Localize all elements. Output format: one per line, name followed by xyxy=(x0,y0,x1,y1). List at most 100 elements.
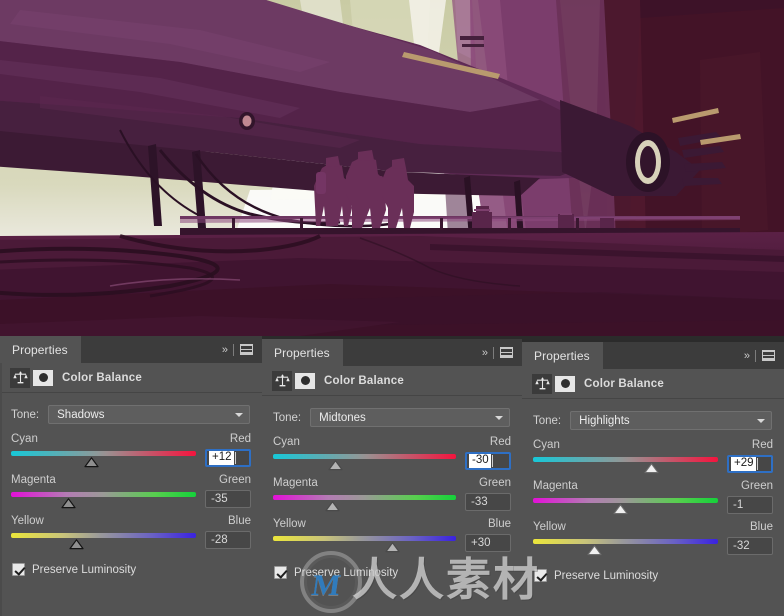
properties-panel-highlights: Properties » Color Balance Tone: Highlig… xyxy=(522,342,784,616)
slider-track xyxy=(11,451,196,456)
tone-select[interactable]: Shadows xyxy=(48,405,250,424)
text-caret xyxy=(234,452,236,464)
tone-label: Tone: xyxy=(533,414,562,427)
tone-select[interactable]: Midtones xyxy=(310,408,510,427)
preserve-luminosity-label: Preserve Luminosity xyxy=(554,569,659,582)
slider-value-input[interactable]: -30 xyxy=(465,452,511,470)
slider-group: Cyan Red +29 Magenta Green -1 Yellow Blu… xyxy=(522,430,784,556)
slider-magenta-green: Magenta Green -1 xyxy=(533,480,773,515)
preserve-luminosity-checkbox[interactable] xyxy=(12,563,25,576)
preserve-luminosity-row[interactable]: Preserve Luminosity xyxy=(522,562,784,582)
panel-menu-icon[interactable] xyxy=(762,350,775,361)
slider-thumb[interactable] xyxy=(83,457,99,468)
panel-menu-icon[interactable] xyxy=(240,344,253,355)
slider-track-wrap[interactable] xyxy=(11,489,196,509)
slider-track-wrap[interactable] xyxy=(533,536,718,556)
slider-value-input[interactable]: -32 xyxy=(727,537,773,555)
tab-properties[interactable]: Properties xyxy=(262,339,343,366)
slider-value-input[interactable]: +12 xyxy=(205,449,251,467)
slider-thumb[interactable] xyxy=(613,504,628,515)
slider-labels: Yellow Blue xyxy=(533,521,773,533)
slider-value-input[interactable]: -35 xyxy=(205,490,251,508)
preserve-luminosity-row[interactable]: Preserve Luminosity xyxy=(262,559,522,579)
slider-left-label: Yellow xyxy=(533,521,566,533)
chevron-double-right-icon[interactable]: » xyxy=(744,350,750,362)
chevron-down-icon xyxy=(757,418,765,423)
tone-value: Midtones xyxy=(319,411,366,424)
tone-select[interactable]: Highlights xyxy=(570,411,772,430)
slider-track xyxy=(533,539,718,544)
slider-thumb[interactable] xyxy=(587,545,602,556)
slider-thumb[interactable] xyxy=(644,463,659,474)
panel-tools: » xyxy=(744,342,784,369)
chevron-down-icon xyxy=(495,415,503,420)
chevron-double-right-icon[interactable]: » xyxy=(482,347,488,359)
panel-menu-icon[interactable] xyxy=(500,347,513,358)
slider-track xyxy=(273,495,456,500)
scales-glyph xyxy=(534,377,550,390)
artwork-canvas xyxy=(0,0,784,336)
slider-thumb[interactable] xyxy=(61,498,76,509)
slider-thumb[interactable] xyxy=(385,542,400,553)
color-balance-icon[interactable] xyxy=(272,370,292,391)
slider-value-input[interactable]: -28 xyxy=(205,531,251,549)
slider-value-input[interactable]: -1 xyxy=(727,496,773,514)
tool-divider xyxy=(493,346,494,359)
slider-track-wrap[interactable] xyxy=(273,451,456,471)
tabstrip-spacer xyxy=(343,339,482,366)
adjustment-header: Color Balance xyxy=(522,369,784,399)
slider-labels: Magenta Green xyxy=(273,477,511,489)
layer-mask-icon[interactable] xyxy=(295,372,315,389)
color-balance-icon[interactable] xyxy=(10,367,30,388)
slider-thumb[interactable] xyxy=(324,501,340,512)
tone-row: Tone: Midtones xyxy=(262,396,522,427)
tone-value: Highlights xyxy=(579,414,630,427)
slider-right-label: Green xyxy=(741,480,773,492)
slider-labels: Cyan Red xyxy=(273,436,511,448)
slider-track-wrap[interactable] xyxy=(11,530,196,550)
tone-label: Tone: xyxy=(273,411,302,424)
slider-track-wrap[interactable] xyxy=(273,492,456,512)
slider-right-label: Blue xyxy=(749,521,773,533)
text-caret xyxy=(756,458,758,470)
slider-track-wrap[interactable] xyxy=(533,495,718,515)
chevron-double-right-icon[interactable]: » xyxy=(222,344,228,356)
chevron-down-icon xyxy=(235,412,243,417)
preserve-luminosity-row[interactable]: Preserve Luminosity xyxy=(0,556,262,576)
slider-labels: Cyan Red xyxy=(11,433,251,445)
slider-thumb[interactable] xyxy=(69,539,84,550)
slider-value-input[interactable]: +29 xyxy=(727,455,773,473)
slider-magenta-green: Magenta Green -35 xyxy=(11,474,251,509)
tab-properties[interactable]: Properties xyxy=(0,336,81,363)
slider-value: -1 xyxy=(733,499,744,511)
slider-value: +30 xyxy=(471,537,491,549)
slider-yellow-blue: Yellow Blue +30 xyxy=(273,518,511,553)
slider-track-wrap[interactable] xyxy=(533,454,718,474)
slider-right-label: Green xyxy=(479,477,511,489)
slider-thumb[interactable] xyxy=(328,460,343,471)
slider-track-wrap[interactable] xyxy=(11,448,196,468)
slider-value-input[interactable]: +30 xyxy=(465,534,511,552)
scales-glyph xyxy=(12,371,28,384)
preserve-luminosity-checkbox[interactable] xyxy=(274,566,287,579)
tab-properties[interactable]: Properties xyxy=(522,342,603,369)
preserve-luminosity-checkbox[interactable] xyxy=(534,569,547,582)
slider-value-input[interactable]: -33 xyxy=(465,493,511,511)
slider-track xyxy=(11,533,196,538)
slider-yellow-blue: Yellow Blue -28 xyxy=(11,515,251,550)
tab-label: Properties xyxy=(534,348,590,363)
layer-mask-icon[interactable] xyxy=(33,369,53,386)
tabstrip-spacer xyxy=(603,342,744,369)
slider-left-label: Cyan xyxy=(533,439,560,451)
tone-label: Tone: xyxy=(11,408,40,421)
panel-left-edge xyxy=(0,363,2,616)
slider-labels: Magenta Green xyxy=(533,480,773,492)
slider-track-wrap[interactable] xyxy=(273,533,456,553)
slider-left-label: Magenta xyxy=(533,480,578,492)
color-balance-icon[interactable] xyxy=(532,373,552,394)
panel-tools: » xyxy=(222,336,262,363)
layer-mask-icon[interactable] xyxy=(555,375,575,392)
slider-value: +12 xyxy=(209,451,234,465)
slider-value: -30 xyxy=(469,454,491,468)
slider-value: -32 xyxy=(733,540,750,552)
